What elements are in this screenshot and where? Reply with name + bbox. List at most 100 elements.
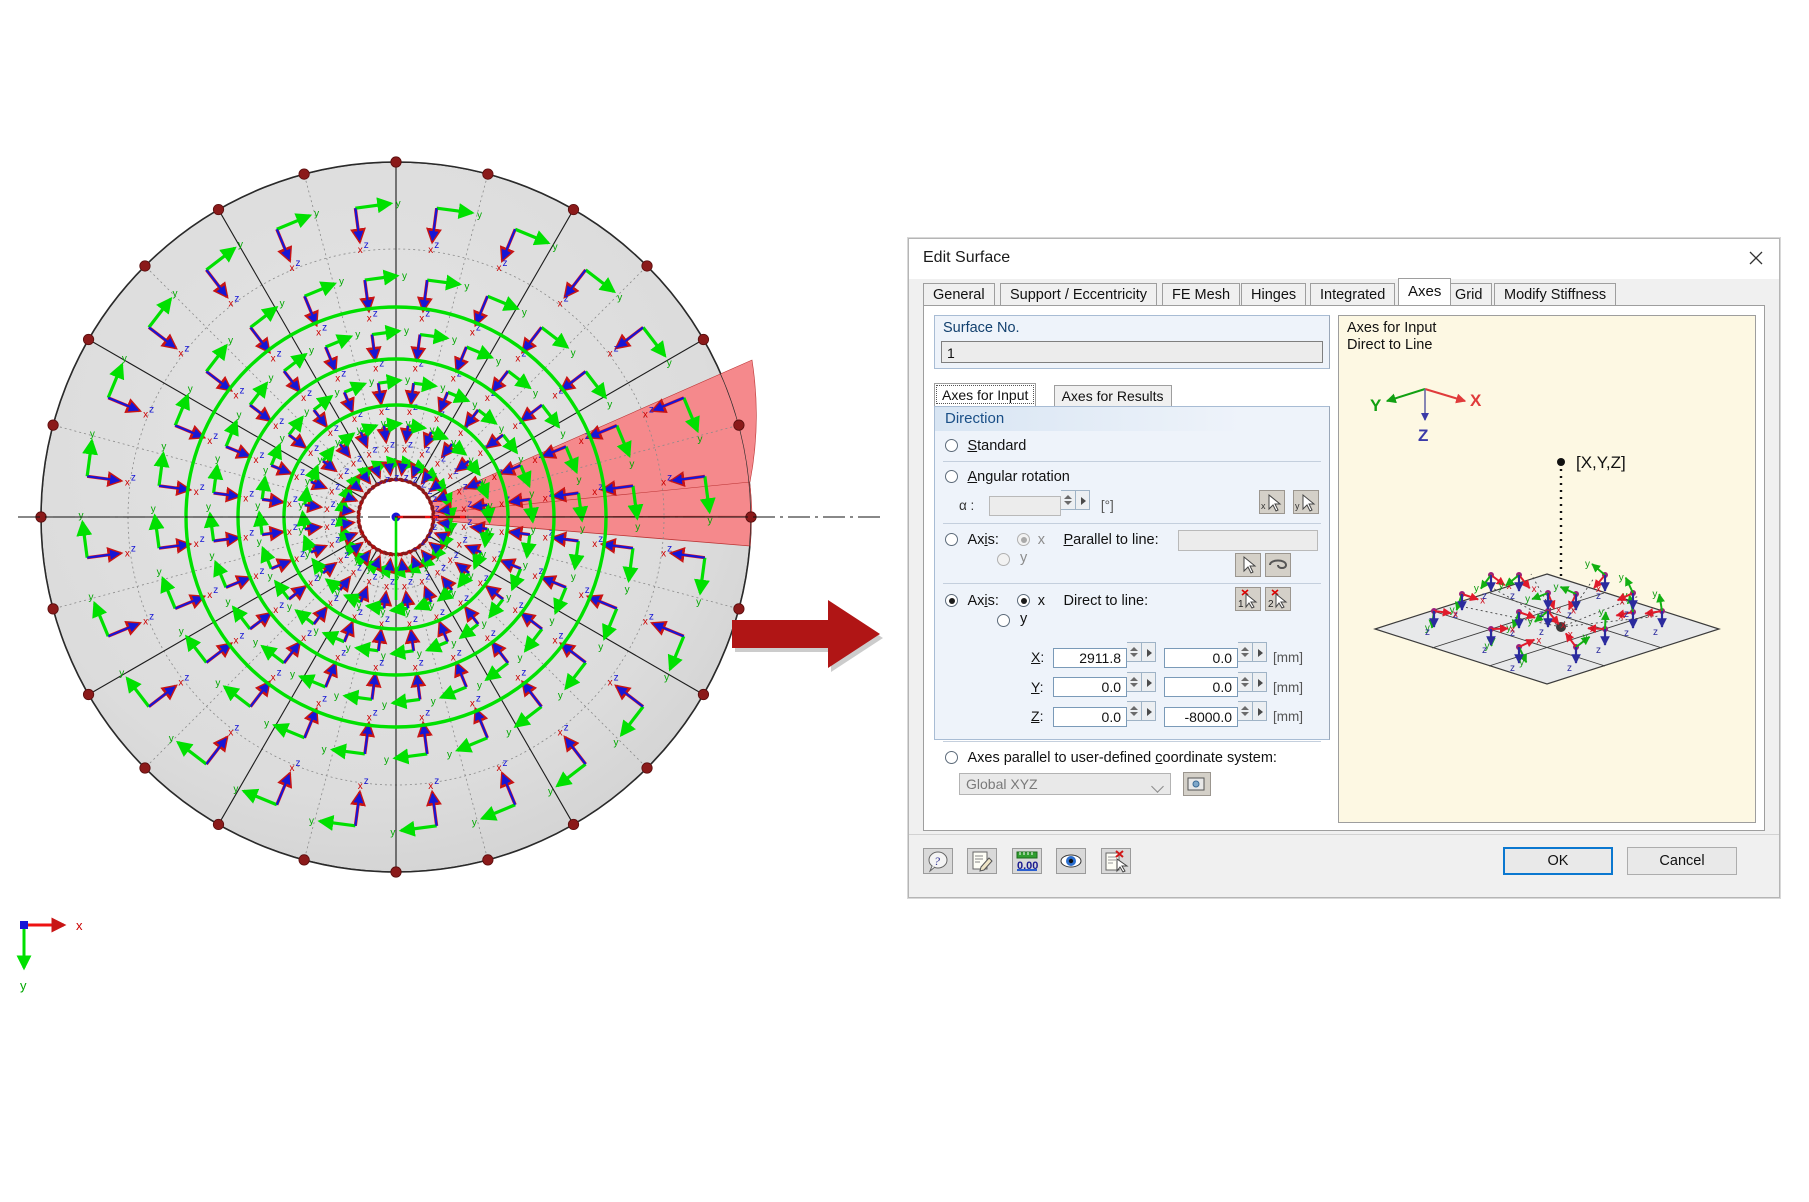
svg-text:z: z <box>277 349 282 360</box>
svg-text:y: y <box>339 277 344 288</box>
svg-text:z: z <box>1567 663 1572 674</box>
coordinate-x-value-2[interactable]: 0.0 <box>1164 647 1238 668</box>
svg-text:x: x <box>485 393 490 404</box>
inner-tab-axes-for-results[interactable]: Axes for Results <box>1053 385 1172 406</box>
svg-text:z: z <box>441 453 446 464</box>
tab-grid[interactable]: Grid <box>1445 283 1493 305</box>
svg-text:z: z <box>131 473 136 484</box>
svg-text:y: y <box>161 442 166 453</box>
spinner-z-2[interactable] <box>1238 701 1253 722</box>
svg-text:y: y <box>280 434 285 445</box>
svg-text:y: y <box>209 551 214 562</box>
radio-standard[interactable] <box>945 439 958 453</box>
svg-text:x: x <box>402 445 407 456</box>
svg-text:z: z <box>131 543 136 554</box>
svg-text:z: z <box>373 444 378 455</box>
tab-panel-axes: Surface No. 1 Axes for Input Axes for Res… <box>923 305 1765 831</box>
svg-text:y: y <box>1295 501 1300 511</box>
option-axis-direct-row[interactable]: Axis: x Direct to line: 1 2 y <box>935 584 1329 628</box>
view-mode-icon[interactable] <box>1056 848 1087 874</box>
pick-rotation-y-icon[interactable]: y <box>1293 490 1319 514</box>
coordinate-y-value-1[interactable]: 0.0 <box>1053 677 1127 698</box>
expand-y-2[interactable] <box>1253 671 1267 692</box>
svg-text:y: y <box>1499 581 1504 592</box>
comment-icon[interactable] <box>967 848 998 874</box>
tab-fe-mesh[interactable]: FE Mesh <box>1162 283 1241 305</box>
units-icon[interactable]: 0,00 <box>1011 848 1042 874</box>
expand-z-1[interactable] <box>1142 701 1156 722</box>
expand-x-2[interactable] <box>1253 641 1267 662</box>
expand-x-1[interactable] <box>1142 641 1156 662</box>
svg-text:y: y <box>346 643 351 654</box>
coordinate-y-value-2[interactable]: 0.0 <box>1164 677 1238 698</box>
pick-line-icon[interactable] <box>1235 552 1261 577</box>
radio-direct-axis-x[interactable] <box>1017 594 1031 608</box>
edit-surface-dialog[interactable]: Edit Surface General Support / Eccentrici… <box>908 238 1780 898</box>
option-ucs-row[interactable]: Axes parallel to user-defined coordinate… <box>935 742 1329 770</box>
svg-text:x: x <box>558 728 563 739</box>
spinner-y-2[interactable] <box>1238 671 1253 692</box>
dialog-toolbar[interactable]: ? 0,00 <box>923 848 1141 874</box>
tab-integrated[interactable]: Integrated <box>1310 283 1396 305</box>
option-standard-row[interactable]: Standard <box>935 431 1329 461</box>
inner-tabs[interactable]: Axes for Input Axes for Results <box>934 383 1330 406</box>
tab-hinges[interactable]: Hinges <box>1241 283 1307 305</box>
spinner-y-1[interactable] <box>1127 671 1142 692</box>
spinner-z-1[interactable] <box>1127 701 1142 722</box>
radio-parallel-axis-y[interactable] <box>997 552 1010 566</box>
radio-parallel-axis-x[interactable] <box>1017 533 1031 547</box>
radio-axis-direct[interactable] <box>945 594 958 608</box>
svg-text:x: x <box>1590 624 1595 635</box>
alpha-expand-button[interactable] <box>1076 490 1091 510</box>
spinner-x-1[interactable] <box>1127 641 1142 662</box>
radio-angular-rotation[interactable] <box>945 470 958 484</box>
label-direct-to-line: Direct to line: <box>1063 592 1149 609</box>
ok-button[interactable]: OK <box>1503 847 1613 875</box>
svg-text:y: y <box>499 424 504 435</box>
svg-text:z: z <box>200 482 205 493</box>
svg-text:x: x <box>1647 610 1652 621</box>
surface-no-input[interactable]: 1 <box>941 341 1323 363</box>
dialog-tabs[interactable]: General Support / Eccentricity FE Mesh Hing… <box>923 278 1769 305</box>
radio-axis-parallel[interactable] <box>945 533 958 547</box>
tab-axes[interactable]: Axes <box>1398 278 1452 305</box>
preview-global-triad: X Y Z <box>1370 388 1482 445</box>
svg-text:y: y <box>469 571 474 582</box>
select-line-icon[interactable] <box>1265 552 1291 577</box>
tab-modify-stiffness[interactable]: Modify Stiffness <box>1494 283 1617 305</box>
coordinate-x-value-1[interactable]: 2911.8 <box>1053 647 1127 668</box>
expand-z-2[interactable] <box>1253 701 1267 722</box>
alpha-input[interactable] <box>989 495 1062 516</box>
select-objects-icon[interactable] <box>1100 848 1131 874</box>
svg-text:y: y <box>1519 657 1524 668</box>
spinner-x-2[interactable] <box>1238 641 1253 662</box>
coordinate-z-value-2[interactable]: -8000.0 <box>1164 707 1238 728</box>
dialog-titlebar[interactable]: Edit Surface <box>909 239 1779 279</box>
pick-point-2-icon[interactable]: 2 <box>1265 586 1291 611</box>
edit-coordinate-system-icon[interactable] <box>1183 772 1212 797</box>
help-icon[interactable]: ? <box>923 848 953 874</box>
svg-text:x: x <box>325 522 330 533</box>
svg-text:x: x <box>287 527 292 538</box>
cancel-button[interactable]: Cancel <box>1627 847 1737 875</box>
svg-text:y: y <box>179 626 184 637</box>
coordinate-system-select[interactable]: Global XYZ <box>959 773 1171 796</box>
svg-text:z: z <box>295 758 300 769</box>
pick-point-1-icon[interactable]: 1 <box>1235 586 1261 611</box>
inner-tab-axes-for-input[interactable]: Axes for Input <box>934 383 1037 406</box>
parallel-line-input[interactable] <box>1178 529 1318 551</box>
close-icon[interactable] <box>1733 239 1779 277</box>
tab-general[interactable]: General <box>923 283 995 305</box>
dialog-title: Edit Surface <box>923 249 1011 266</box>
option-angular-row[interactable]: Angular rotation <box>935 462 1329 488</box>
pick-rotation-x-icon[interactable]: x <box>1258 490 1285 514</box>
svg-text:z: z <box>1510 591 1515 602</box>
option-axis-parallel-row[interactable]: Axis: x Parallel to line: y <box>935 524 1329 583</box>
alpha-spinner[interactable] <box>1061 490 1077 510</box>
coordinate-z-value-1[interactable]: 0.0 <box>1053 707 1127 728</box>
tab-support-eccentricity[interactable]: Support / Eccentricity <box>1000 283 1157 305</box>
expand-y-1[interactable] <box>1142 671 1156 692</box>
radio-user-coordinate-system[interactable] <box>945 751 958 765</box>
svg-text:z: z <box>341 648 346 659</box>
radio-direct-axis-y[interactable] <box>997 613 1010 627</box>
